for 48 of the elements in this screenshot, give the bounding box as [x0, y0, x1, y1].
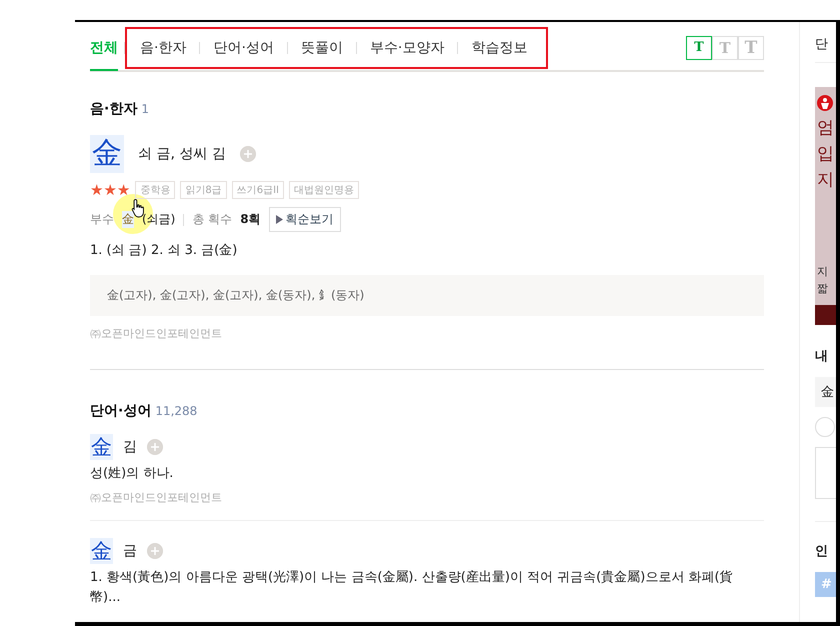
- tab[interactable]: 학습정보: [458, 28, 540, 66]
- level-tag: 대법원인명용: [289, 181, 359, 199]
- definition-text: 성(姓)의 하나.: [90, 465, 174, 483]
- radical-label: 부수: [90, 211, 114, 228]
- hanja-input-field[interactable]: 金: [815, 377, 836, 407]
- ad-text: 짧: [817, 281, 829, 297]
- level-tag: 읽기8급: [180, 181, 227, 199]
- strokes-label: 총 획수: [192, 211, 232, 228]
- ad-banner[interactable]: 엄 입 지 지 짧: [815, 87, 836, 325]
- sidebar-tab[interactable]: 단: [815, 25, 836, 63]
- source-text: ㈜오픈마인드인포테인먼트: [90, 326, 223, 341]
- stroke-order-button[interactable]: 획순보기: [268, 207, 341, 232]
- ad-text: 지: [817, 264, 829, 280]
- definition-text: 1. 황색(黃色)의 아름다운 광택(光澤)이 나는 금속(金屬). 산출량(産出量)이 적어 귀금속(貴金屬)으로서 화폐(貨幣)...: [90, 569, 734, 607]
- result-count: 1: [141, 102, 149, 116]
- word-reading[interactable]: 김: [123, 438, 137, 456]
- source-text: ㈜오픈마인드인포테인먼트: [90, 490, 223, 505]
- hanja-character[interactable]: 金: [90, 538, 113, 564]
- section-title: 단어·성어: [90, 403, 152, 419]
- tab[interactable]: 뜻풀이: [288, 28, 356, 66]
- logo-icon: [817, 95, 833, 111]
- hanja-character[interactable]: 金: [90, 434, 113, 460]
- toggle-switch[interactable]: [815, 417, 835, 437]
- ad-headline: 입: [817, 143, 835, 166]
- tab[interactable]: 단어·성어: [200, 28, 287, 66]
- sidebar-heading: 내: [815, 348, 829, 365]
- sidebar-heading: 인: [815, 521, 836, 560]
- tab[interactable]: 부수·모양자: [356, 28, 458, 66]
- hanja-character[interactable]: 金: [90, 135, 124, 173]
- radical-character[interactable]: 金: [122, 211, 134, 228]
- readings-text: 1. (쇠 금) 2. 쇠 3. 금(金): [90, 242, 238, 259]
- result-count: 11,288: [155, 404, 198, 418]
- play-icon: [276, 215, 283, 224]
- radical-reading: (쇠금): [142, 211, 176, 228]
- variant-characters: 金(고자), 金(고자), 金(고자), 金(동자), 釒(동자): [90, 275, 764, 316]
- stroke-count: 8획: [240, 211, 261, 228]
- add-icon[interactable]: [147, 543, 163, 559]
- star-rating: ★★★: [90, 181, 130, 199]
- ad-headline: 지: [817, 169, 835, 192]
- hanja-meaning: 쇠 금, 성씨 김: [138, 145, 226, 163]
- level-tag: 중학용: [135, 181, 176, 199]
- section-title: 음·한자: [90, 101, 138, 117]
- tab[interactable]: 음·한자: [127, 28, 200, 66]
- add-icon[interactable]: [240, 146, 256, 162]
- level-tag: 쓰기6급II: [232, 181, 284, 199]
- word-reading[interactable]: 금: [123, 542, 137, 560]
- add-icon[interactable]: [147, 439, 163, 455]
- ad-headline: 엄: [817, 117, 835, 140]
